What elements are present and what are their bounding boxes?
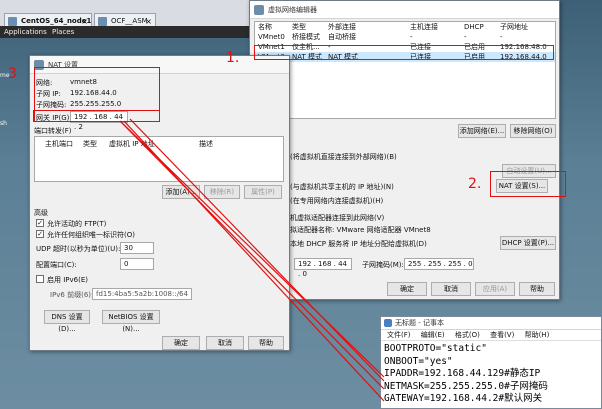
annotation-arrows [119, 118, 385, 402]
